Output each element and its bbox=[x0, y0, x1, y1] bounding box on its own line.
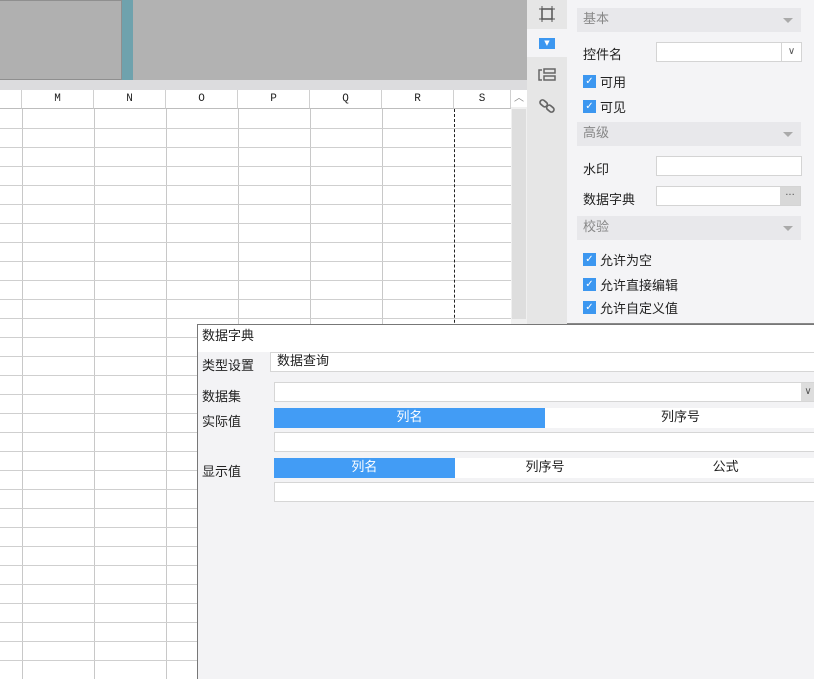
column-header[interactable]: P bbox=[238, 90, 310, 109]
dataset-label: 数据集 bbox=[202, 390, 242, 405]
scroll-thumb[interactable] bbox=[512, 109, 526, 319]
column-header[interactable]: N bbox=[94, 90, 166, 109]
grid-line bbox=[0, 280, 511, 281]
display-value-input[interactable] bbox=[274, 482, 814, 502]
chevron-down-icon[interactable]: ∨ bbox=[781, 43, 801, 61]
enabled-checkbox[interactable]: ✓ 可用 bbox=[583, 72, 626, 91]
collapse-icon bbox=[783, 132, 793, 137]
column-header[interactable]: M bbox=[22, 90, 94, 109]
grid-line bbox=[0, 223, 511, 224]
allow-empty-checkbox[interactable]: ✓ 允许为空 bbox=[583, 250, 652, 269]
section-advanced[interactable]: 高级 bbox=[577, 122, 801, 146]
actual-value-tabs: 列名 列序号 bbox=[274, 408, 814, 428]
actual-value-input[interactable] bbox=[274, 432, 814, 452]
watermark-input[interactable] bbox=[656, 156, 802, 176]
section-title: 校验 bbox=[583, 220, 610, 235]
widget-name-label: 控件名 bbox=[583, 48, 623, 63]
collapse-icon bbox=[783, 18, 793, 23]
check-icon: ✓ bbox=[583, 253, 596, 266]
cell-attribute-icon[interactable] bbox=[527, 0, 567, 28]
column-header[interactable]: O bbox=[166, 90, 238, 109]
checkbox-label: 可见 bbox=[600, 101, 627, 116]
column-header[interactable]: S bbox=[454, 90, 511, 109]
checkbox-label: 允许自定义值 bbox=[600, 302, 679, 317]
scroll-up-icon[interactable]: ︿ bbox=[511, 90, 527, 107]
widget-name-input[interactable] bbox=[657, 43, 781, 61]
checkbox-label: 允许直接编辑 bbox=[600, 279, 679, 294]
dataset-select[interactable]: ∨ bbox=[274, 382, 814, 402]
splitter-bar[interactable] bbox=[122, 0, 133, 80]
allow-custom-checkbox[interactable]: ✓ 允许自定义值 bbox=[583, 298, 678, 317]
section-title: 基本 bbox=[583, 12, 610, 27]
dict-field: ··· bbox=[656, 186, 801, 206]
collapse-icon bbox=[783, 226, 793, 231]
dict-input[interactable] bbox=[657, 187, 780, 205]
chevron-down-icon[interactable]: ∨ bbox=[801, 383, 814, 401]
form-layout-icon[interactable] bbox=[527, 61, 567, 89]
column-header[interactable]: Q bbox=[310, 90, 382, 109]
tab-formula[interactable]: 公式 bbox=[635, 458, 814, 478]
checkbox-label: 可用 bbox=[600, 76, 627, 91]
allow-edit-checkbox[interactable]: ✓ 允许直接编辑 bbox=[583, 275, 678, 294]
divider bbox=[0, 80, 527, 90]
property-panel: 基本 控件名 ∨ ✓ 可用 ✓ 可见 高级 水印 数据字典 ··· 校验 ✓ 允许为空… bbox=[567, 0, 814, 324]
dict-label: 数据字典 bbox=[583, 193, 636, 208]
grid-line bbox=[0, 299, 511, 300]
check-icon: ✓ bbox=[583, 301, 596, 314]
column-header-partial[interactable] bbox=[0, 90, 22, 109]
grid-line bbox=[0, 128, 511, 129]
tab-column-name[interactable]: 列名 bbox=[274, 458, 455, 478]
checkbox-label: 允许为空 bbox=[600, 254, 653, 269]
widget-settings-icon[interactable]: ▼ bbox=[527, 29, 567, 57]
link-icon[interactable] bbox=[527, 92, 567, 120]
tab-column-index[interactable]: 列序号 bbox=[545, 408, 814, 428]
display-value-tabs: 列名 列序号 公式 bbox=[274, 458, 814, 478]
section-validate[interactable]: 校验 bbox=[577, 216, 801, 240]
type-label: 类型设置 bbox=[202, 359, 255, 374]
grid-line bbox=[0, 318, 511, 319]
widget-name-combo[interactable]: ∨ bbox=[656, 42, 802, 62]
data-dictionary-dialog: 数据字典 类型设置 数据查询 数据集 ∨ 实际值 列名 列序号 显示值 列名 列… bbox=[197, 324, 814, 679]
grid-line bbox=[0, 185, 511, 186]
tab-column-name[interactable]: 列名 bbox=[274, 408, 545, 428]
visible-checkbox[interactable]: ✓ 可见 bbox=[583, 97, 626, 116]
actual-value-label: 实际值 bbox=[202, 415, 242, 430]
grid-line bbox=[0, 261, 511, 262]
check-icon: ✓ bbox=[583, 100, 596, 113]
grid-line bbox=[0, 242, 511, 243]
watermark-label: 水印 bbox=[583, 163, 610, 178]
design-canvas bbox=[0, 0, 527, 80]
check-icon: ✓ bbox=[583, 278, 596, 291]
grid-line bbox=[0, 147, 511, 148]
type-select[interactable]: 数据查询 bbox=[270, 352, 814, 372]
section-basic[interactable]: 基本 bbox=[577, 8, 801, 32]
dialog-title: 数据字典 bbox=[198, 325, 814, 352]
section-title: 高级 bbox=[583, 126, 610, 141]
grid-line bbox=[0, 204, 511, 205]
property-tabs: ▼ bbox=[527, 0, 567, 324]
check-icon: ✓ bbox=[583, 75, 596, 88]
grid-line bbox=[0, 166, 511, 167]
dict-edit-button[interactable]: ··· bbox=[780, 187, 800, 205]
column-header[interactable]: R bbox=[382, 90, 454, 109]
display-value-label: 显示值 bbox=[202, 465, 242, 480]
tab-column-index[interactable]: 列序号 bbox=[454, 458, 636, 478]
form-widget-area[interactable] bbox=[0, 0, 122, 80]
